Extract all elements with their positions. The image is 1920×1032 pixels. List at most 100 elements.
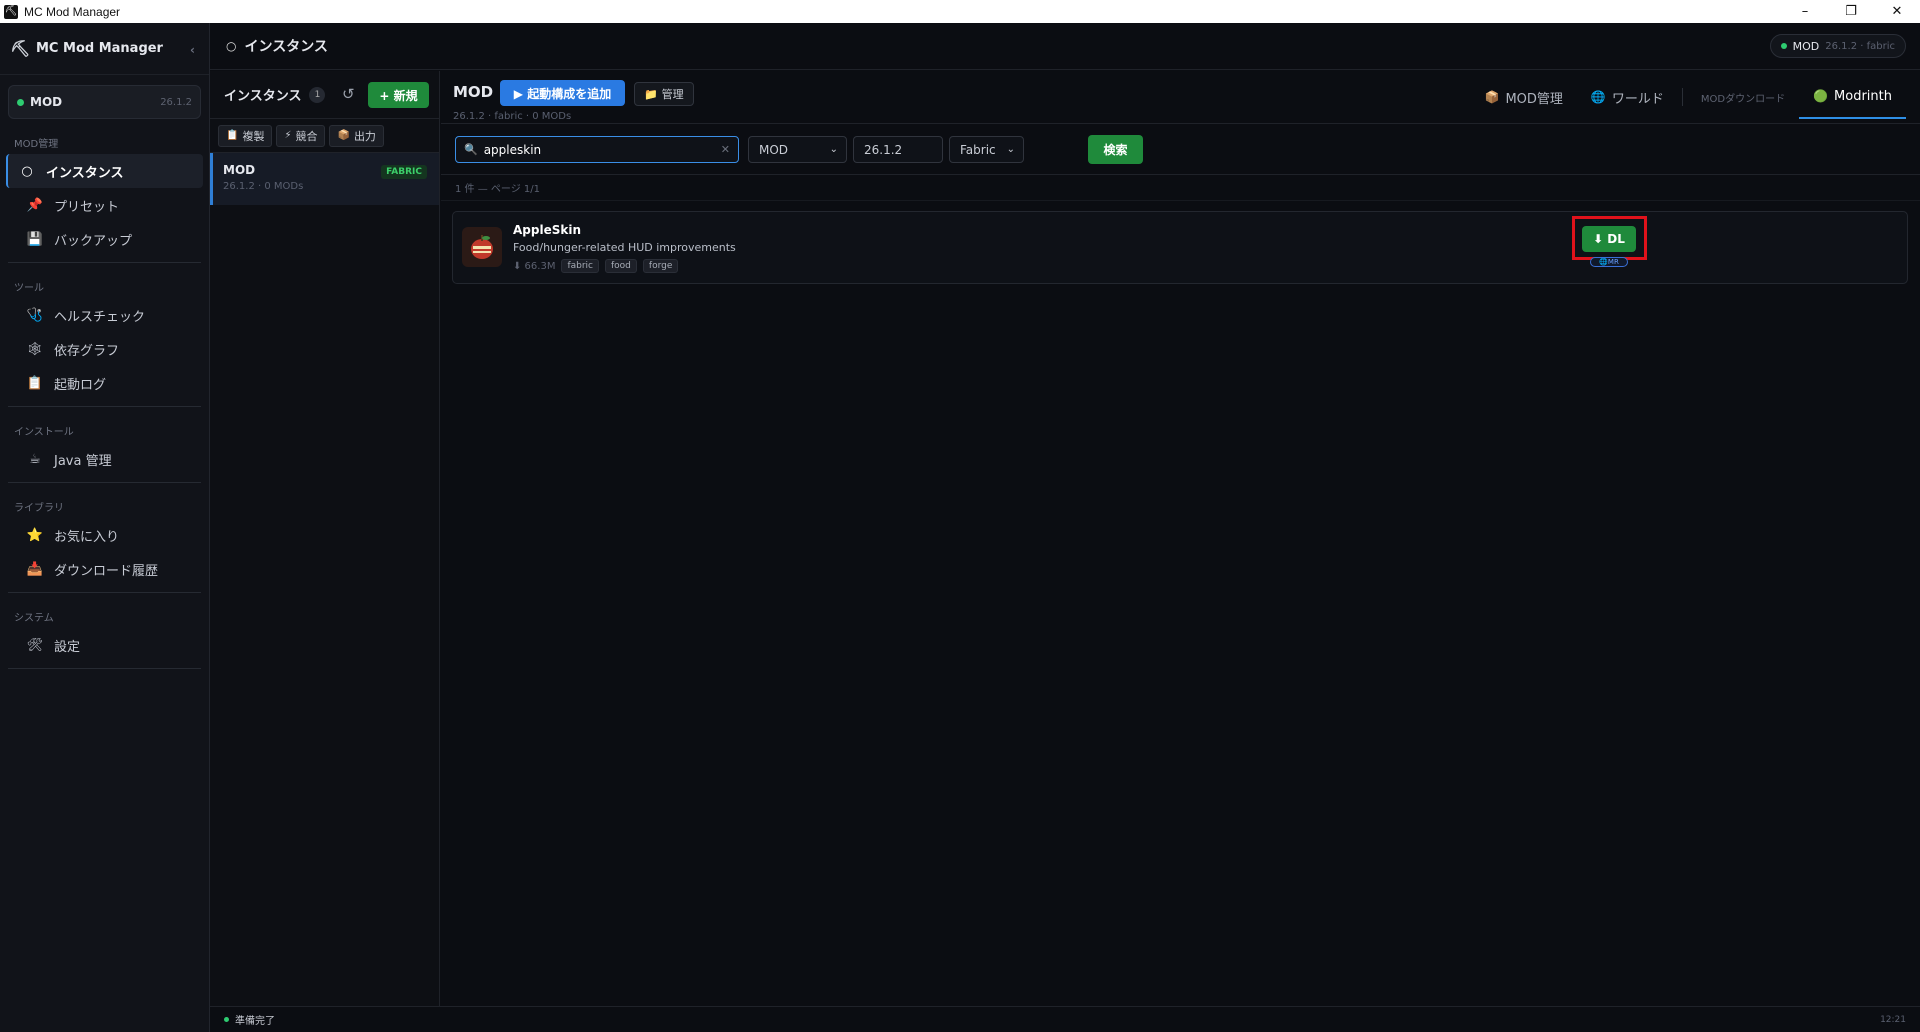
sidebar-item-label: ダウンロード履歴	[54, 563, 159, 579]
refresh-icon[interactable]: ↺	[342, 85, 355, 103]
sidebar-item-label: 起動ログ	[54, 377, 107, 393]
sidebar-item-label: 依存グラフ	[54, 343, 120, 359]
java-icon: ☕	[29, 451, 41, 467]
active-instance-sub: 26.1.2 · fabric	[1825, 40, 1895, 52]
instance-status-dot	[17, 98, 24, 106]
tab-mod-management[interactable]: 📦 MOD管理	[1470, 75, 1576, 119]
apple-icon	[471, 235, 493, 259]
chevron-down-icon: ⌄	[1006, 144, 1015, 155]
minimize-icon[interactable]: –	[1782, 0, 1828, 23]
page-title: インスタンス	[244, 39, 328, 55]
sidebar-item-instances[interactable]: ○ インスタンス	[6, 154, 203, 188]
brand-name: MC Mod Manager	[36, 41, 163, 56]
sidebar-item-backup[interactable]: 💾 バックアップ	[6, 222, 203, 256]
tab-label: Modrinth	[1834, 88, 1892, 104]
restore-icon[interactable]: ❐	[1828, 0, 1874, 23]
export-button[interactable]: 📦 出力	[329, 124, 384, 147]
instance-list-item[interactable]: MOD 26.1.2 · 0 MODs FABRIC	[210, 153, 439, 205]
loader-select-value: Fabric	[960, 142, 996, 157]
search-value: appleskin	[483, 142, 542, 157]
globe-icon: 🌐	[1590, 90, 1606, 104]
mod-tabs: 📦 MOD管理 🌐 ワールド MODダウンロード 🟢 Modrinth	[1470, 75, 1906, 119]
sidebar-item-java[interactable]: ☕ Java 管理	[6, 442, 203, 476]
section-title-install: インストール	[14, 427, 74, 438]
sidebar-item-favorites[interactable]: ⭐ お気に入り	[6, 518, 203, 552]
instance-list-title: インスタンス	[224, 89, 302, 104]
sidebar-item-settings[interactable]: 🛠 設定	[6, 628, 203, 662]
tag-fabric: fabric	[561, 259, 599, 273]
sidebar-item-label: 設定	[54, 639, 81, 655]
clear-search-icon[interactable]: ✕	[721, 143, 730, 156]
search-icon: 🔍	[464, 143, 478, 156]
collapse-sidebar-icon[interactable]: ‹	[190, 43, 195, 57]
search-input[interactable]: 🔍 appleskin ✕	[455, 136, 739, 163]
tab-label: MOD管理	[1505, 91, 1563, 107]
chevron-down-icon: ⌄	[829, 144, 838, 155]
conflict-button[interactable]: ⚡ 競合	[276, 124, 326, 147]
box-icon: 📦	[1484, 90, 1500, 104]
loader-select[interactable]: Fabric ⌄	[949, 136, 1024, 163]
tab-mod-download[interactable]: MODダウンロード	[1687, 75, 1799, 119]
mod-description: Food/hunger-related HUD improvements	[513, 241, 736, 254]
app-brand: ⛏ MC Mod Manager ‹	[0, 23, 209, 75]
lightning-icon: ⚡	[284, 130, 292, 141]
window-title: MC Mod Manager	[24, 4, 121, 19]
status-dot-icon	[224, 1017, 229, 1022]
tab-label: ワールド	[1611, 91, 1664, 107]
loader-badge: FABRIC	[381, 165, 427, 179]
active-instance-pill[interactable]: MOD 26.1.2 · fabric	[1769, 34, 1906, 58]
divider	[8, 406, 201, 407]
pin-icon: 📌	[26, 197, 44, 213]
search-button[interactable]: 検索	[1088, 135, 1143, 164]
instance-meta: 26.1.2 · 0 MODs	[223, 181, 304, 192]
sidebar-item-label: Java 管理	[54, 453, 112, 469]
sidebar-item-dependency-graph[interactable]: 🕸 依存グラフ	[6, 332, 203, 366]
mod-meta: ⬇ 66.3M fabric food forge	[513, 259, 679, 273]
floppy-icon: 💾	[26, 231, 44, 247]
box-icon: 📦	[337, 130, 350, 141]
inbox-icon: 📥	[26, 561, 44, 577]
new-instance-button[interactable]: + 新規	[368, 82, 429, 108]
page-header: ○ インスタンス MOD 26.1.2 · fabric	[210, 23, 1920, 70]
section-title-mod-management: MOD管理	[14, 139, 59, 150]
export-label: 出力	[353, 129, 376, 143]
mod-panel-subtitle: 26.1.2 · fabric · 0 MODs	[453, 111, 572, 122]
sidebar-item-launch-log[interactable]: 📋 起動ログ	[6, 366, 203, 400]
mod-name[interactable]: AppleSkin	[513, 223, 581, 237]
section-title-system: システム	[14, 613, 54, 624]
version-value: 26.1.2	[864, 142, 903, 157]
duplicate-button[interactable]: 📋 複製	[218, 124, 273, 147]
divider	[8, 592, 201, 593]
mod-result-card[interactable]: AppleSkin Food/hunger-related HUD improv…	[452, 211, 1908, 284]
tab-modrinth[interactable]: 🟢 Modrinth	[1799, 75, 1906, 119]
section-title-library: ライブラリ	[14, 503, 64, 514]
status-text: 準備完了	[235, 1016, 275, 1027]
close-icon[interactable]: ✕	[1874, 0, 1920, 23]
graph-icon: 🕸	[26, 341, 44, 357]
tab-worlds[interactable]: 🌐 ワールド	[1577, 75, 1678, 119]
version-field[interactable]: 26.1.2	[853, 136, 943, 163]
sidebar-item-label: プリセット	[54, 199, 120, 215]
pickaxe-icon: ⛏	[10, 39, 31, 58]
section-title-tools: ツール	[14, 283, 44, 294]
add-launch-config-button[interactable]: ▶ 起動構成を追加	[500, 80, 625, 106]
sidebar-item-health-check[interactable]: 🩺 ヘルスチェック	[6, 298, 203, 332]
clipboard-icon: 📋	[226, 130, 239, 141]
divider	[8, 668, 201, 669]
sidebar-item-presets[interactable]: 📌 プリセット	[6, 188, 203, 222]
sidebar-item-label: インスタンス	[46, 165, 124, 181]
current-instance-card[interactable]: MOD 26.1.2	[8, 85, 201, 119]
download-count: ⬇ 66.3M	[513, 260, 556, 272]
source-badge: 🌐MR	[1590, 257, 1628, 267]
manage-button[interactable]: 📁 管理	[634, 82, 694, 106]
download-highlight-box	[1572, 216, 1647, 260]
sidebar-item-download-history[interactable]: 📥 ダウンロード履歴	[6, 552, 203, 586]
current-instance-name: MOD	[30, 95, 63, 109]
stethoscope-icon: 🩺	[26, 307, 44, 323]
search-row: 🔍 appleskin ✕ MOD ⌄ 26.1.2 Fabric ⌄ 検索	[441, 124, 1920, 175]
type-select[interactable]: MOD ⌄	[748, 136, 847, 163]
tag-food: food	[605, 259, 637, 273]
star-icon: ⭐	[26, 527, 44, 543]
current-instance-version: 26.1.2	[160, 96, 192, 108]
mod-panel-header: MOD ▶ 起動構成を追加 📁 管理 26.1.2 · fabric · 0 M…	[441, 71, 1920, 124]
